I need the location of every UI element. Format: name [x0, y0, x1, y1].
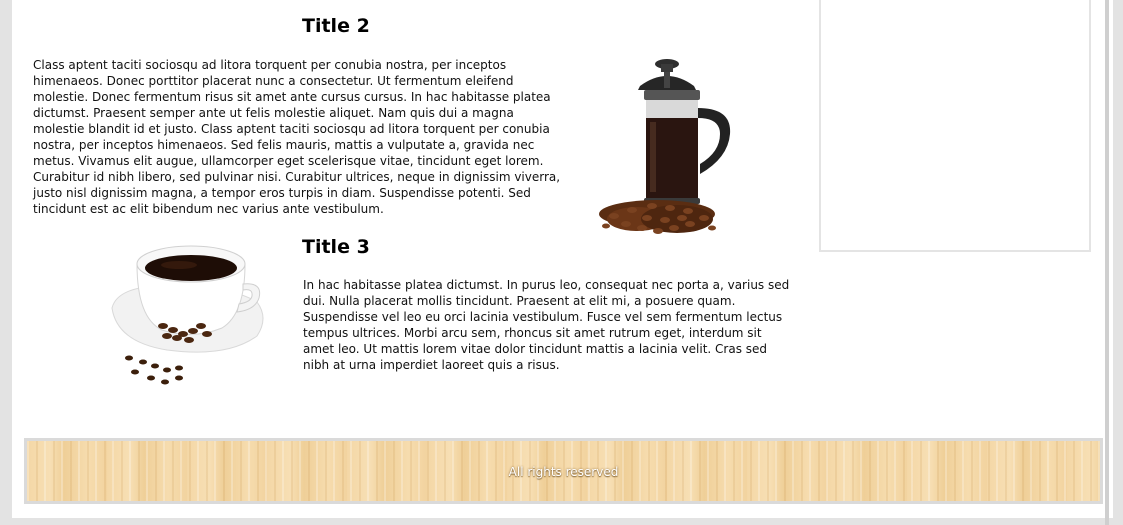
section-2-title: Title 2	[302, 15, 370, 37]
section-2-body: Class aptent taciti sociosqu ad litora t…	[33, 58, 561, 216]
section-3-body: In hac habitasse platea dictumst. In pur…	[303, 278, 790, 372]
french-press-coffee-image	[599, 59, 731, 234]
footer-copyright-text: All rights reserved	[508, 465, 619, 479]
page-content: Title 2 Class aptent taciti sociosqu ad …	[12, 0, 1113, 518]
coffee-cup-image	[111, 245, 264, 385]
footer: All rights reserved	[24, 438, 1103, 504]
section-3-title: Title 3	[302, 236, 370, 258]
sidebar-panel	[819, 0, 1091, 252]
page-frame-border	[1105, 0, 1109, 525]
